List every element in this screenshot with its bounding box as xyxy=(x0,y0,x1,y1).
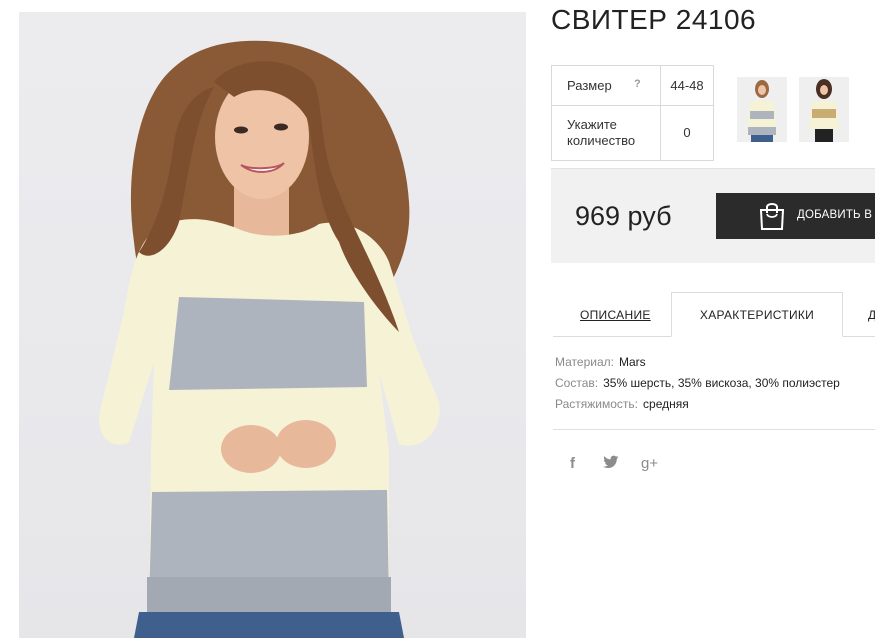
product-photo-illustration xyxy=(99,40,440,638)
spec-composition-value: 35% шерсть, 35% вискоза, 30% полиэстер xyxy=(603,376,840,390)
options-table: Размер ? 44-48 Укажите количество 0 xyxy=(551,65,714,161)
add-to-cart-button[interactable]: ДОБАВИТЬ В xyxy=(716,193,875,239)
product-price: 969 руб xyxy=(575,201,672,231)
tab-characteristics[interactable]: ХАРАКТЕРИСТИКИ xyxy=(671,292,843,337)
tab-delivery[interactable]: Д xyxy=(868,308,875,322)
spec-stretch: Растяжимость: средняя xyxy=(555,397,689,411)
spec-material-value: Mars xyxy=(618,355,646,369)
size-help-icon[interactable]: ? xyxy=(634,78,641,90)
section-divider xyxy=(553,429,875,430)
thumbnail-1[interactable] xyxy=(737,77,787,142)
spec-material: Материал: Mars xyxy=(555,355,646,369)
twitter-icon[interactable] xyxy=(603,455,619,473)
size-select[interactable]: 44-48 xyxy=(661,78,713,93)
spec-stretch-value: средняя xyxy=(643,397,689,411)
size-label: Размер xyxy=(567,78,612,93)
tab-description[interactable]: ОПИСАНИЕ xyxy=(580,308,651,322)
size-row: Размер ? 44-48 xyxy=(552,66,713,106)
price-panel: 969 руб ДОБАВИТЬ В xyxy=(551,168,875,263)
thumbnail-2[interactable] xyxy=(799,77,849,142)
spec-material-key: Материал: xyxy=(555,355,614,369)
quantity-row: Укажите количество 0 xyxy=(552,106,713,161)
google-plus-icon[interactable]: g+ xyxy=(641,455,658,472)
shopping-bag-icon xyxy=(759,203,785,230)
spec-composition: Состав: 35% шерсть, 35% вискоза, 30% поли… xyxy=(555,376,840,390)
quantity-label: Укажите количество xyxy=(567,117,636,148)
product-title: СВИТЕР 24106 xyxy=(551,4,757,35)
spec-composition-key: Состав: xyxy=(555,376,599,390)
spec-stretch-key: Растяжимость: xyxy=(555,397,639,411)
quantity-input[interactable]: 0 xyxy=(661,125,713,140)
facebook-icon[interactable]: f xyxy=(570,455,575,472)
twitter-bird-icon xyxy=(603,455,619,468)
product-main-image[interactable] xyxy=(19,12,526,638)
add-to-cart-label: ДОБАВИТЬ В xyxy=(797,209,873,221)
thumbnail-1-image xyxy=(737,77,787,142)
product-tabs: ОПИСАНИЕ ХАРАКТЕРИСТИКИ Д xyxy=(551,292,875,337)
thumbnail-2-image xyxy=(799,77,849,142)
